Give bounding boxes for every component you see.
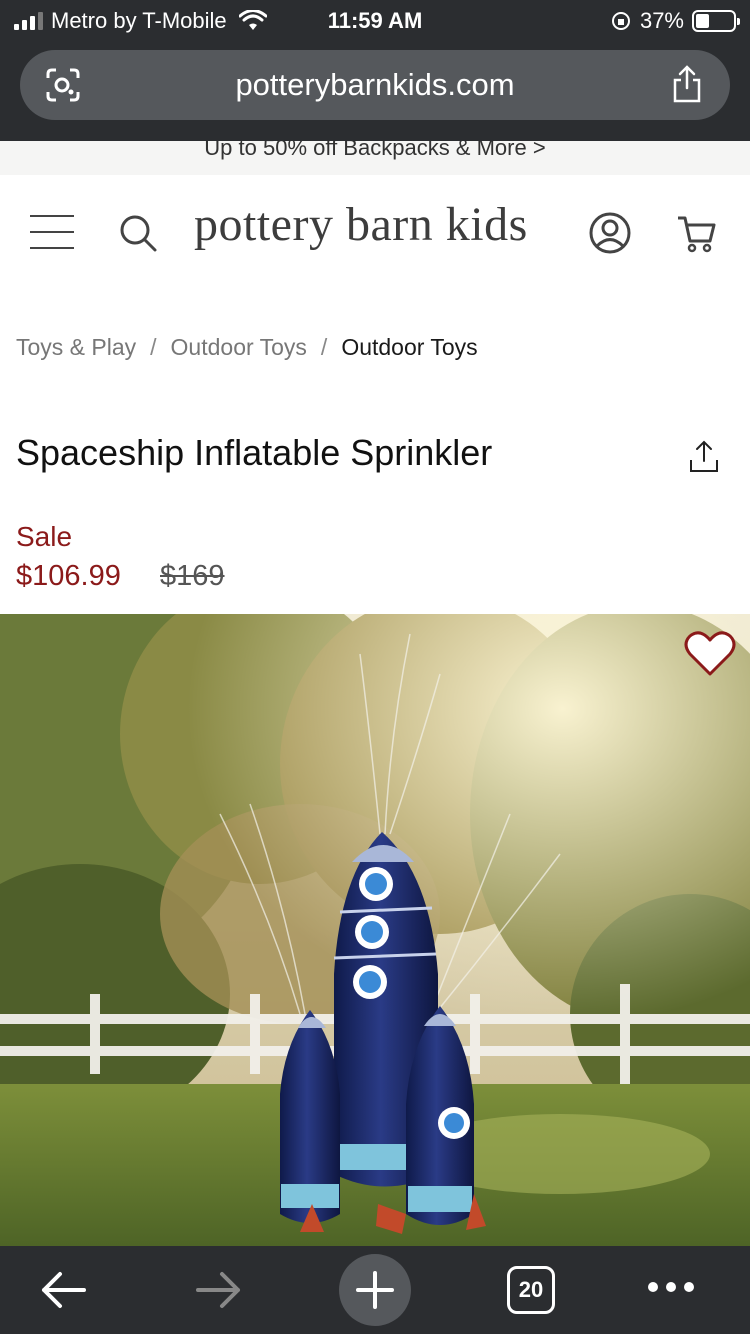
original-price: $169 [160,560,225,592]
share-icon[interactable] [670,64,704,104]
url-text[interactable]: potterybarnkids.com [20,67,730,103]
plus-icon [356,1271,394,1309]
product-title: Spaceship Inflatable Sprinkler [16,432,493,473]
breadcrumb-item-toys-play[interactable]: Toys & Play [16,334,136,361]
battery-icon [692,10,740,32]
forward-arrow-icon[interactable] [196,1270,242,1310]
browser-toolbar: 20 [0,1246,750,1334]
breadcrumb: Toys & Play / Outdoor Toys / Outdoor Toy… [16,334,478,361]
address-bar[interactable]: potterybarnkids.com [20,50,730,120]
back-arrow-icon[interactable] [40,1270,86,1310]
site-header: pottery barn kids [0,175,750,290]
hamburger-menu-icon[interactable] [30,215,74,251]
spaceship-sprinkler-photo[interactable] [0,614,750,1246]
share-icon[interactable] [688,440,720,474]
favorite-heart-icon[interactable] [684,630,736,678]
product-image[interactable] [0,614,750,1246]
more-icon[interactable] [646,1280,696,1294]
orientation-lock-icon [611,12,630,30]
browser-chrome-top: Metro by T-Mobile 11:59 AM 37% potteryba… [0,0,750,141]
breadcrumb-separator: / [150,334,157,360]
status-bar: Metro by T-Mobile 11:59 AM 37% [0,0,750,44]
status-right: 37% [610,8,740,34]
new-tab-button[interactable] [339,1254,411,1326]
cart-icon[interactable] [676,213,718,255]
battery-percent: 37% [639,8,684,33]
breadcrumb-separator: / [320,334,328,360]
sale-label: Sale [16,521,73,552]
search-icon[interactable] [118,213,158,253]
promo-banner[interactable]: Up to 50% off Backpacks & More > [0,141,750,175]
breadcrumb-item-current[interactable]: Outdoor Toys [341,334,477,361]
promo-text[interactable]: Up to 50% off Backpacks & More > [204,141,545,159]
account-icon[interactable] [588,211,632,255]
tab-count-button[interactable]: 20 [507,1266,555,1314]
site-logo[interactable]: pottery barn kids [194,197,528,252]
sale-price: $106.99 [16,560,121,592]
breadcrumb-item-outdoor-toys[interactable]: Outdoor Toys [171,334,307,361]
